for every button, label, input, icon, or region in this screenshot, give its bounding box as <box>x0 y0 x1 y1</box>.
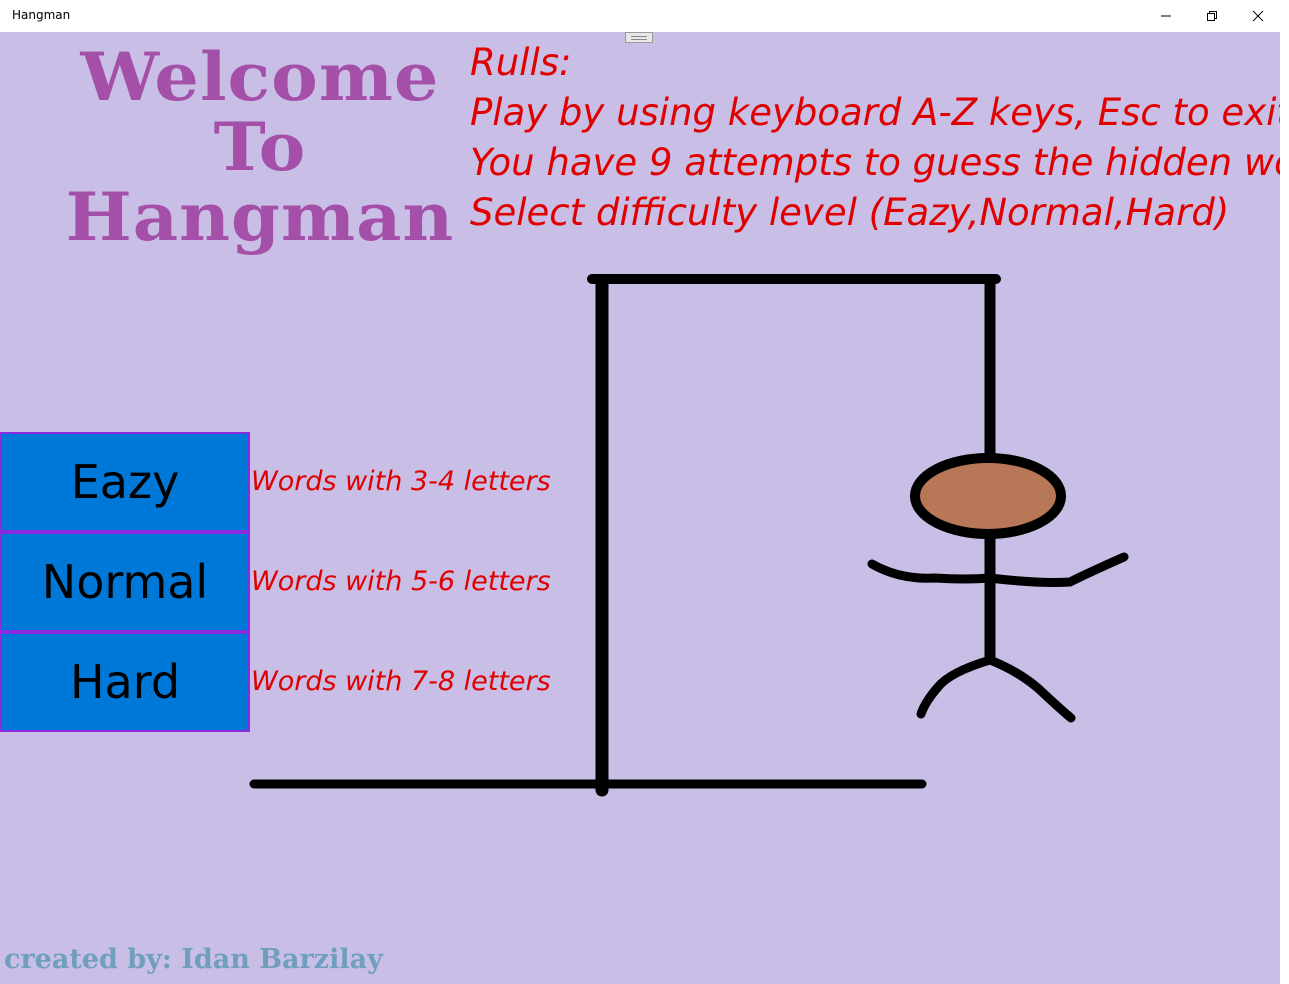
window-edge <box>1280 32 1289 984</box>
hangman-right-arm <box>985 552 1129 587</box>
hangman-head <box>910 453 1066 539</box>
app-window: Hangman Welcome To Hangman Rulls: Play b… <box>0 0 1289 984</box>
normal-button[interactable]: Normal <box>0 532 250 632</box>
restore-button[interactable] <box>1189 0 1235 32</box>
eazy-description: Words with 3-4 letters <box>251 466 551 497</box>
close-button[interactable] <box>1235 0 1281 32</box>
credit-text: created by: Idan Barzilay <box>4 944 383 975</box>
normal-description: Words with 5-6 letters <box>251 566 551 597</box>
window-title: Hangman <box>12 8 71 22</box>
minimize-button[interactable] <box>1143 0 1189 32</box>
title-bar: Hangman <box>0 0 1289 32</box>
eazy-button[interactable]: Eazy <box>0 432 250 532</box>
minimize-icon <box>1161 15 1171 17</box>
game-canvas: Welcome To Hangman Rulls: Play by using … <box>0 32 1280 984</box>
hangman-left-arm <box>867 559 995 584</box>
hangman-right-leg <box>985 655 1076 723</box>
close-icon <box>1252 10 1264 22</box>
hard-description: Words with 7-8 letters <box>251 666 551 697</box>
hangman-left-leg <box>916 655 995 719</box>
hard-button[interactable]: Hard <box>0 632 250 732</box>
restore-icon <box>1207 11 1217 21</box>
